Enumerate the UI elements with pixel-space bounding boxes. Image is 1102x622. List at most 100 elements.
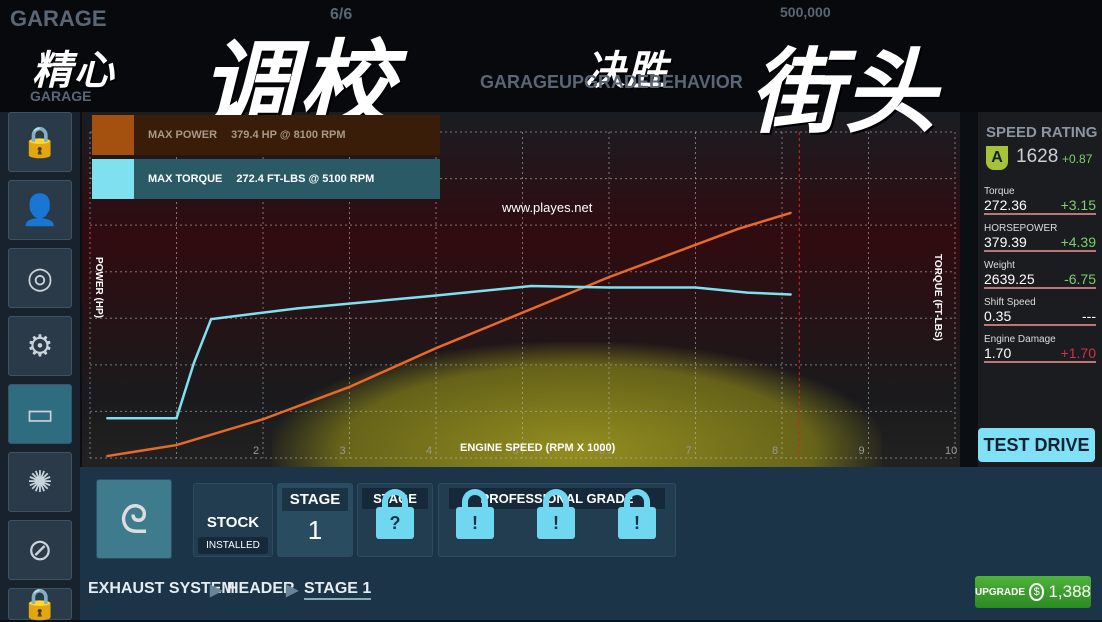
upgrade-label: UPGRADE <box>975 586 1026 598</box>
sidebar-item-driver[interactable]: 👤 <box>8 180 72 240</box>
data-point-power <box>694 243 697 247</box>
legend-power-label: MAX POWER <box>148 129 218 141</box>
avatar: 👤 <box>21 193 59 227</box>
sidebar-item-intake[interactable]: ⊘ <box>8 520 72 580</box>
y-axis-right-label: TORQUE (FT-LBS) <box>932 253 944 342</box>
tire-icon: ◎ <box>26 261 54 295</box>
brake-disc-icon: ✺ <box>27 465 53 499</box>
stat-label: Torque <box>984 186 1015 197</box>
sidebar-item-exhaust[interactable]: ▭ <box>8 384 72 444</box>
data-point-torque <box>529 284 533 288</box>
data-point-torque <box>106 417 109 420</box>
data-point-power <box>607 275 611 279</box>
series-line-power <box>107 211 792 458</box>
data-point-torque <box>789 293 792 296</box>
lock-icon: ǃ <box>456 489 494 539</box>
stat-torque: Torque 272.36 +3.15 <box>984 186 1096 215</box>
rating-class-badge: A <box>986 146 1008 170</box>
stat-delta: +3.15 <box>1060 197 1096 213</box>
part-sidebar: 🔒 👤 ◎ ⚙ ▭ ✺ ⊘ 🔒 <box>0 112 80 621</box>
data-point-torque <box>694 286 697 289</box>
banner-text-4: 街头 <box>750 39 939 146</box>
data-point-torque <box>192 362 195 365</box>
lock-icon: ǃ <box>618 489 656 539</box>
menu-garage[interactable]: GARAGE <box>10 6 107 32</box>
breadcrumb-separator-icon: ▶ <box>210 582 223 599</box>
x-tick-label: 2 <box>253 445 259 457</box>
stock-label: STOCK <box>206 514 260 531</box>
stat-horsepower: HORSEPOWER 379.39 +4.39 <box>984 223 1096 252</box>
stat-label: HORSEPOWER <box>984 223 1058 234</box>
stage-label: STAGE <box>282 488 348 511</box>
data-point-power <box>789 211 792 215</box>
legend-power-value: 379.4 HP @ 8100 RPM <box>231 129 346 141</box>
stat-value: 1.70 <box>984 345 1012 361</box>
legend-max-power: MAX POWER 379.4 HP @ 8100 RPM <box>92 115 440 155</box>
series-line-torque <box>107 284 791 420</box>
x-tick-label: 10 <box>945 445 957 457</box>
money: 500,000 <box>780 4 831 20</box>
speed-rating-title: SPEED RATING <box>986 124 1098 141</box>
watermark: www.playes.net <box>502 200 593 215</box>
data-point-power <box>261 418 265 421</box>
exhaust-icon: ▭ <box>25 397 55 431</box>
legend-torque-value: 272.4 FT-LBS @ 5100 RPM <box>236 173 375 185</box>
breadcrumb-header[interactable]: HEADER <box>227 580 295 598</box>
data-point-torque <box>209 317 213 321</box>
data-point-power <box>106 454 109 458</box>
air-filter-icon: ⊘ <box>27 533 53 567</box>
legend-max-torque: MAX TORQUE 272.4 FT-LBS @ 5100 RPM <box>92 159 440 199</box>
screen-title: GARAGEUPGRADEBEHAVIOR <box>480 72 743 92</box>
stat-engine-damage: Engine Damage 1.70 +1.70 <box>984 334 1096 363</box>
stat-value: 0.35 <box>984 308 1012 324</box>
test-drive-button[interactable]: TEST DRIVE <box>978 428 1095 462</box>
sidebar-item-tires[interactable]: ◎ <box>8 248 72 308</box>
piston-icon: ⚙ <box>26 329 54 363</box>
stage-1-card[interactable]: STAGE 1 <box>277 483 353 557</box>
sidebar-item-brakes[interactable]: ✺ <box>8 452 72 512</box>
sidebar-item-locked[interactable]: 🔒 <box>8 112 72 172</box>
stat-label: Shift Speed <box>984 297 1036 308</box>
stage-stock-card[interactable]: STOCK INSTALLED <box>193 483 273 557</box>
upgrade-button[interactable]: UPGRADE $ 1,388 <box>975 576 1091 608</box>
lock-icon: 🔒 <box>21 125 59 159</box>
data-point-torque <box>426 295 429 298</box>
back-button[interactable]: GARAGE <box>30 88 91 104</box>
data-point-torque <box>746 291 749 294</box>
lock-icon: 🔒 <box>21 587 59 621</box>
stat-shift-speed: Shift Speed 0.35 --- <box>984 297 1096 326</box>
rating-value: 1628 <box>1016 146 1059 167</box>
upgrade-panel: ᘓ STOCK INSTALLED STAGE 1 STAGE ? PROFES… <box>80 467 1102 620</box>
rating-delta: +0.87 <box>1062 152 1093 166</box>
y-axis-left-label: POWER (HP) <box>93 256 105 319</box>
stat-value: 2639.25 <box>984 271 1035 287</box>
data-point-power <box>737 227 740 230</box>
legend-torque-label: MAX TORQUE <box>148 173 223 185</box>
data-point-torque <box>296 307 299 310</box>
stat-delta: +1.70 <box>1060 345 1096 361</box>
data-point-power <box>434 346 438 350</box>
breadcrumb-separator-icon: ▶ <box>286 582 299 599</box>
upgrade-price: 1,388 <box>1048 582 1091 601</box>
x-tick-label: 7 <box>686 445 692 457</box>
data-point-torque <box>175 417 178 420</box>
stat-value: 272.36 <box>984 197 1027 213</box>
coin-icon: $ <box>1029 583 1045 601</box>
stats-panel: SPEED RATING A 1628 +0.87 Torque 272.36 +3… <box>978 112 1102 467</box>
stat-label: Weight <box>984 260 1015 271</box>
x-tick-label: 9 <box>859 445 865 457</box>
stat-delta: +4.39 <box>1060 234 1096 250</box>
data-point-power <box>175 443 178 447</box>
breadcrumb-stage-1[interactable]: STAGE 1 <box>304 580 372 600</box>
x-tick-label: 3 <box>340 445 346 457</box>
sidebar-item-locked-2[interactable]: 🔒 <box>8 587 72 621</box>
stat-delta: -6.75 <box>1064 271 1096 287</box>
lock-icon: ǃ <box>537 489 575 539</box>
sidebar-item-engine[interactable]: ⚙ <box>8 316 72 376</box>
dyno-chart: 2 3 4 5 6 7 8 9 10 MAX POWER 379.4 HP @ 8100 RPM … <box>82 112 960 557</box>
stat-label: Engine Damage <box>984 334 1056 345</box>
installed-badge: INSTALLED <box>198 537 268 554</box>
x-tick-label: 4 <box>426 445 432 457</box>
car-count: 6/6 <box>330 6 353 23</box>
stage-number: 1 <box>307 515 323 545</box>
